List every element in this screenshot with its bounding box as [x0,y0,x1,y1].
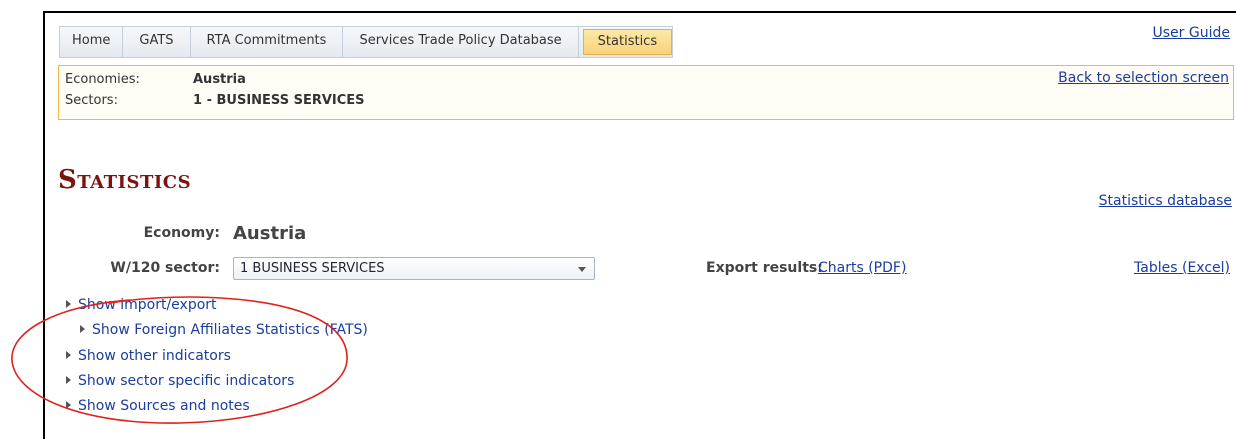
toggle-import-export[interactable]: Show import/export [66,297,217,313]
expand-triangle-icon [66,351,71,359]
tab-services-trade-policy-database[interactable]: Services Trade Policy Database [343,27,579,57]
expand-triangle-icon [66,300,71,308]
toggle-label: Show Sources and notes [78,398,250,414]
sector-label: W/120 sector: [110,260,220,276]
toggle-label: Show import/export [78,297,217,313]
chevron-down-icon [578,267,586,272]
economy-value: Austria [233,223,307,244]
statistics-database-link[interactable]: Statistics database [1099,193,1232,209]
sectors-row: Sectors: 1 - BUSINESS SERVICES [65,93,365,108]
economies-label: Economies: [65,72,140,87]
sector-select[interactable]: 1 BUSINESS SERVICES [233,257,595,280]
tab-statistics[interactable]: Statistics [582,29,673,55]
toggle-sources-notes[interactable]: Show Sources and notes [66,398,250,414]
selection-summary: Economies: Austria Sectors: 1 - BUSINESS S… [58,65,1234,120]
export-tables-excel-link[interactable]: Tables (Excel) [1134,260,1230,276]
toggle-label: Show sector specific indicators [78,373,295,389]
toggle-fats[interactable]: Show Foreign Affiliates Statistics (FATS… [80,322,368,338]
economies-row: Economies: Austria [65,72,246,87]
toggle-sector-specific[interactable]: Show sector specific indicators [66,373,294,389]
economies-value: Austria [193,72,246,87]
sectors-value: 1 - BUSINESS SERVICES [193,93,365,108]
tab-rta-commitments[interactable]: RTA Commitments [191,27,344,57]
toggle-other-indicators[interactable]: Show other indicators [66,348,231,364]
tab-gats[interactable]: GATS [123,27,191,57]
page-title: Statistics [58,165,192,195]
back-to-selection-link[interactable]: Back to selection screen [1058,70,1229,86]
sectors-label: Sectors: [65,93,118,108]
economy-label: Economy: [143,225,220,241]
toggle-label: Show Foreign Affiliates Statistics (FATS… [92,322,368,338]
export-results-label: Export results: [706,260,823,276]
expand-triangle-icon [66,376,71,384]
toggle-label: Show other indicators [78,348,231,364]
user-guide-link[interactable]: User Guide [1153,25,1230,41]
expand-triangle-icon [80,325,85,333]
export-charts-pdf-link[interactable]: Charts (PDF) [818,260,906,276]
expand-triangle-icon [66,401,71,409]
tab-home[interactable]: Home [60,27,124,57]
main-nav: Home GATS RTA Commitments Services Trade… [59,26,674,58]
sector-select-value: 1 BUSINESS SERVICES [240,261,385,276]
